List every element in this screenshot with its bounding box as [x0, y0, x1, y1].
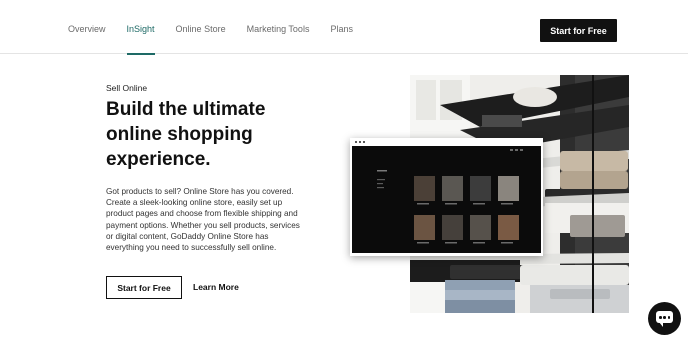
hero-headline: Build the ultimate online shopping exper… [106, 99, 266, 170]
tab-marketing-tools[interactable]: Marketing Tools [247, 0, 310, 54]
learn-more-link[interactable]: Learn More [193, 282, 239, 292]
nav-tabs: Overview InSight Online Store Marketing … [68, 0, 374, 55]
window-dot-icon [355, 141, 358, 144]
window-dot-icon [363, 141, 366, 144]
hero-body: Got products to sell? Online Store has y… [106, 187, 300, 253]
tab-overview[interactable]: Overview [68, 0, 106, 54]
tab-online-store[interactable]: Online Store [176, 0, 226, 54]
online-store-preview [350, 138, 543, 256]
tab-plans[interactable]: Plans [330, 0, 353, 54]
nav-start-for-free-button[interactable]: Start for Free [540, 19, 617, 42]
browser-bar [350, 138, 543, 146]
chat-button[interactable] [648, 302, 681, 335]
top-navigation: Overview InSight Online Store Marketing … [0, 0, 688, 55]
store-preview-screen [352, 146, 541, 253]
hero-start-for-free-button[interactable]: Start for Free [106, 276, 182, 299]
hero-eyebrow: Sell Online [106, 83, 148, 93]
window-dot-icon [359, 141, 362, 144]
tab-insight[interactable]: InSight [126, 0, 155, 55]
chat-bubble-icon [656, 311, 673, 327]
